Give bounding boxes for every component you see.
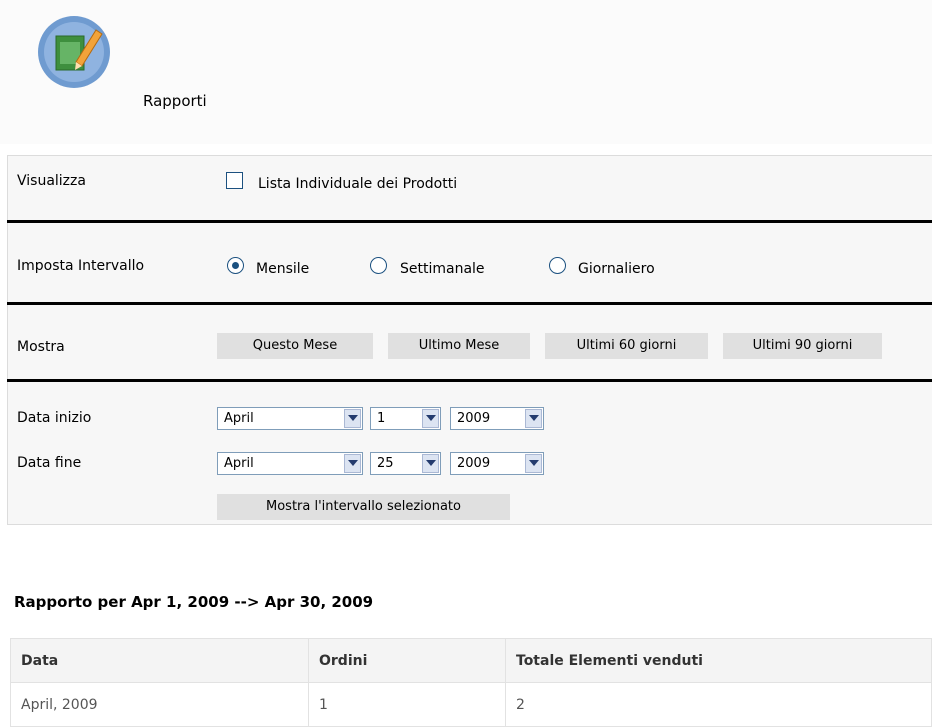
start-day-value: 1 bbox=[377, 411, 386, 426]
radio-selected-dot bbox=[232, 262, 239, 269]
end-month-value: April bbox=[224, 456, 254, 471]
divider bbox=[7, 220, 932, 223]
individual-products-checkbox[interactable] bbox=[226, 172, 243, 189]
table-cell: 1 bbox=[308, 682, 506, 727]
start-day-select[interactable]: 1 bbox=[370, 407, 441, 430]
divider bbox=[7, 379, 932, 382]
last-month-button[interactable]: Ultimo Mese bbox=[388, 333, 530, 359]
column-header-totale: Totale Elementi venduti bbox=[505, 638, 932, 683]
chevron-down-icon[interactable] bbox=[344, 409, 361, 428]
chevron-down-icon[interactable] bbox=[422, 409, 439, 428]
column-header-ordini: Ordini bbox=[308, 638, 506, 683]
end-year-value: 2009 bbox=[457, 456, 491, 471]
radio-giornaliero[interactable] bbox=[549, 257, 566, 274]
divider bbox=[7, 302, 932, 305]
individual-products-label: Lista Individuale dei Prodotti bbox=[258, 176, 458, 192]
radio-settimanale-label: Settimanale bbox=[400, 261, 485, 277]
end-year-select[interactable]: 2009 bbox=[450, 452, 544, 475]
start-month-value: April bbox=[224, 411, 254, 426]
column-header-data: Data bbox=[10, 638, 309, 683]
table-cell: April, 2009 bbox=[10, 682, 309, 727]
radio-mensile[interactable] bbox=[227, 257, 244, 274]
mostra-label: Mostra bbox=[17, 339, 65, 355]
end-day-select[interactable]: 25 bbox=[370, 452, 441, 475]
chevron-down-icon[interactable] bbox=[525, 454, 542, 473]
table-row: April, 2009 1 2 bbox=[10, 682, 932, 727]
last-60-days-button[interactable]: Ultimi 60 giorni bbox=[545, 333, 708, 359]
visualizza-label: Visualizza bbox=[17, 173, 86, 189]
interval-label: Imposta Intervallo bbox=[17, 258, 145, 274]
page-title: Rapporti bbox=[143, 92, 207, 110]
chevron-down-icon[interactable] bbox=[344, 454, 361, 473]
this-month-button[interactable]: Questo Mese bbox=[217, 333, 373, 359]
end-date-label: Data fine bbox=[17, 455, 82, 471]
chevron-down-icon[interactable] bbox=[422, 454, 439, 473]
start-date-label: Data inizio bbox=[17, 410, 92, 426]
end-month-select[interactable]: April bbox=[217, 452, 363, 475]
report-table: Data Ordini Totale Elementi venduti Apri… bbox=[10, 638, 932, 727]
header-band bbox=[0, 0, 932, 144]
table-header-row: Data Ordini Totale Elementi venduti bbox=[10, 638, 932, 683]
radio-mensile-label: Mensile bbox=[256, 261, 310, 277]
start-month-select[interactable]: April bbox=[217, 407, 363, 430]
radio-settimanale[interactable] bbox=[370, 257, 387, 274]
last-90-days-button[interactable]: Ultimi 90 giorni bbox=[723, 333, 882, 359]
end-day-value: 25 bbox=[377, 456, 394, 471]
start-year-select[interactable]: 2009 bbox=[450, 407, 544, 430]
reports-icon bbox=[36, 14, 112, 90]
chevron-down-icon[interactable] bbox=[525, 409, 542, 428]
report-title: Rapporto per Apr 1, 2009 --> Apr 30, 200… bbox=[14, 593, 374, 611]
start-year-value: 2009 bbox=[457, 411, 491, 426]
table-cell: 2 bbox=[505, 682, 932, 727]
show-range-button[interactable]: Mostra l'intervallo selezionato bbox=[217, 494, 510, 520]
radio-giornaliero-label: Giornaliero bbox=[578, 261, 655, 277]
